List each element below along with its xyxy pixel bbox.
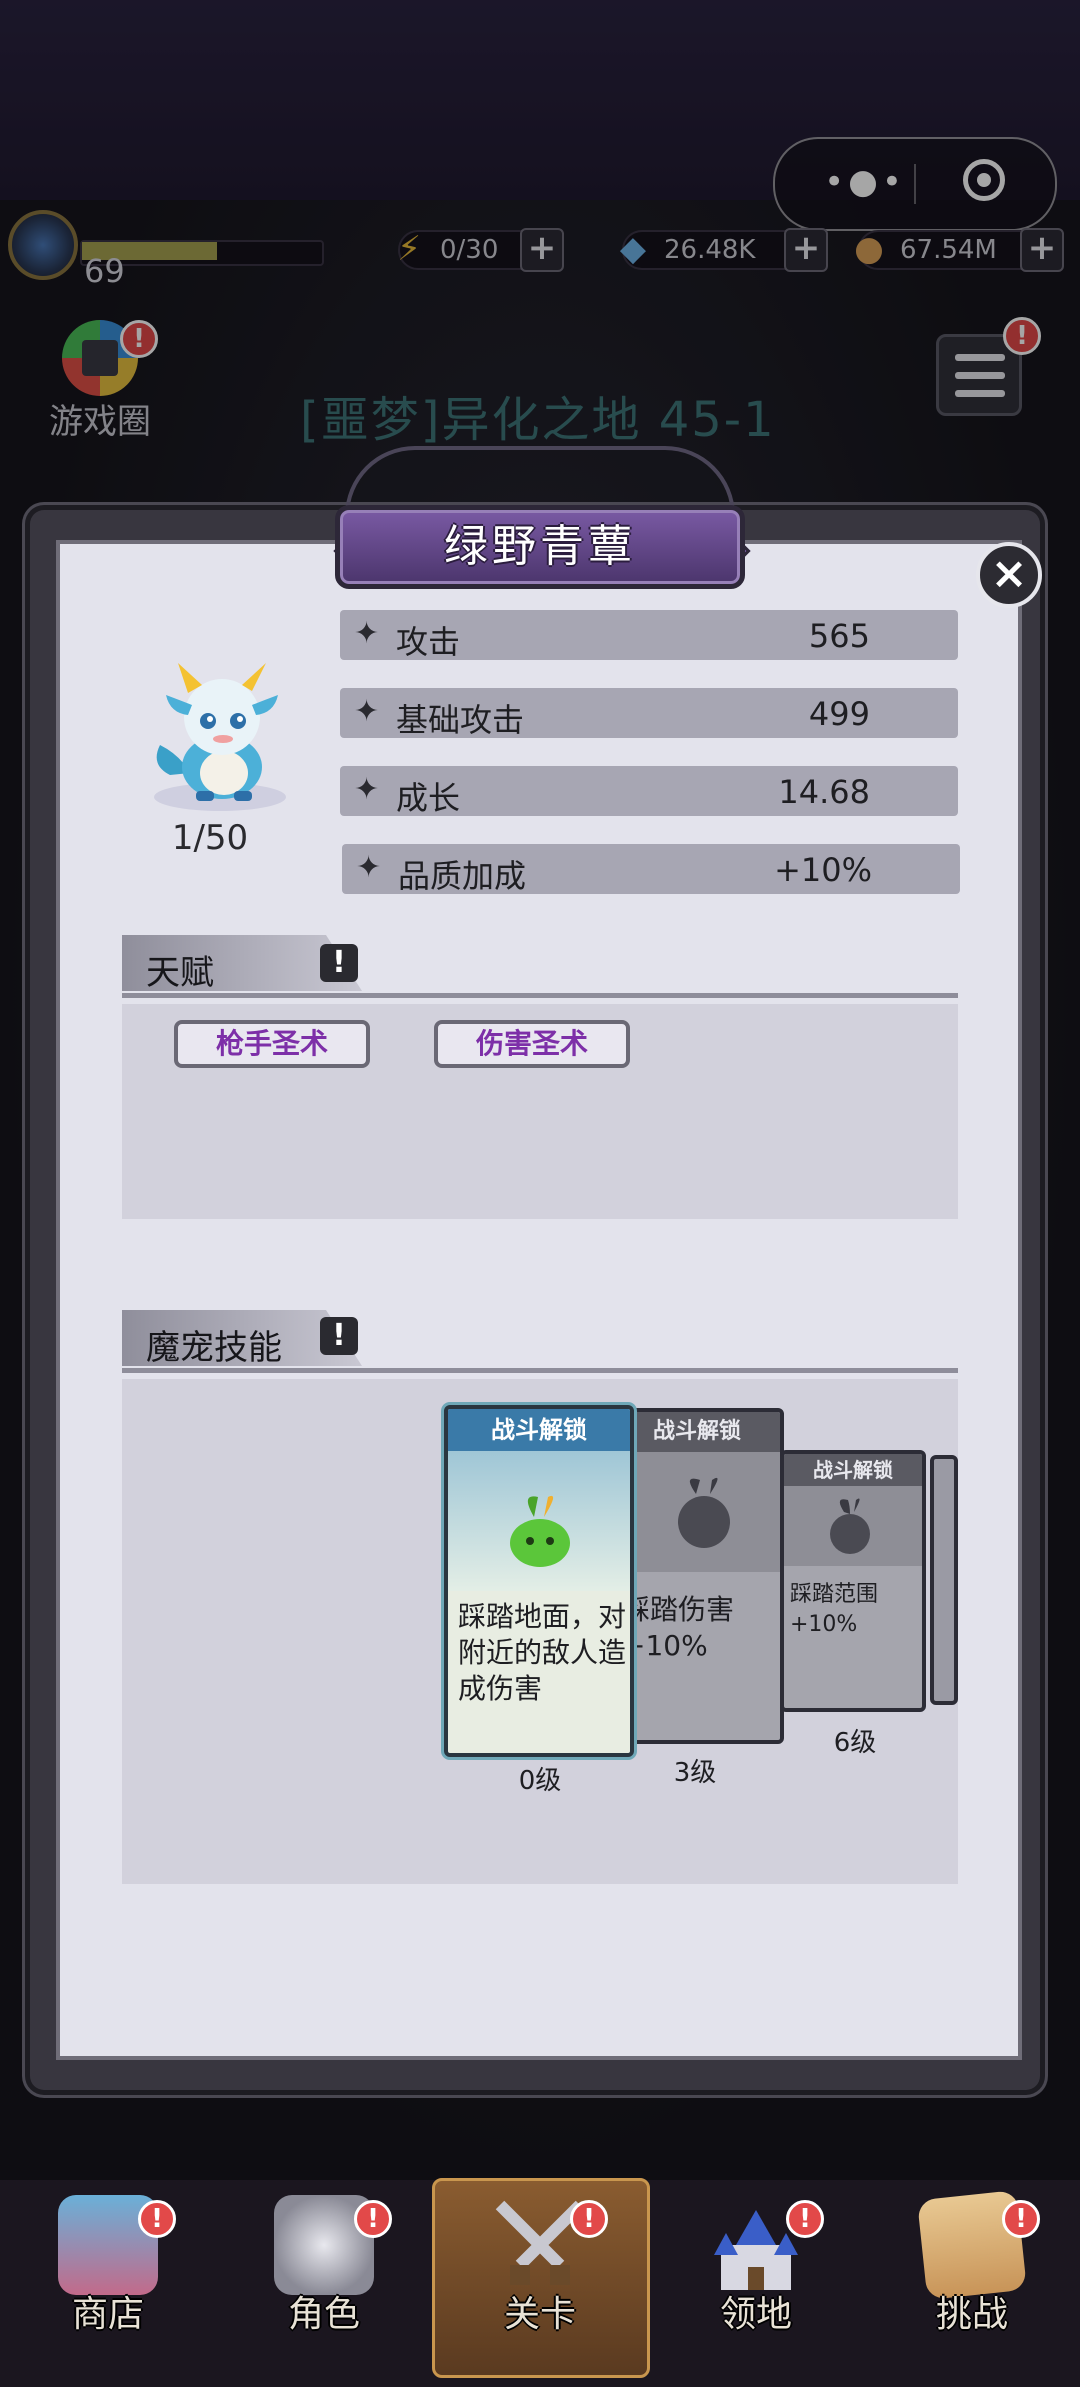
section-divider (122, 1368, 958, 1373)
sprout-icon (614, 1452, 780, 1572)
stat-row-growth: ✦ 成长 14.68 (340, 766, 958, 817)
close-button[interactable]: × (976, 542, 1042, 608)
skill-description: 踩踏范围+10% (790, 1582, 879, 1637)
notification-badge: ! (1002, 2200, 1040, 2238)
stat-value: 499 (808, 695, 870, 733)
stat-value: 14.68 (778, 773, 870, 811)
green-sprout-icon (448, 1451, 630, 1591)
sprout-icon (784, 1486, 922, 1566)
talent-info-icon[interactable]: ! (320, 944, 358, 982)
star-bullet-icon: ✦ (354, 694, 380, 729)
star-bullet-icon: ✦ (356, 850, 382, 885)
nav-label: 角色 (287, 2294, 360, 2335)
notification-badge: ! (354, 2200, 392, 2238)
stat-label: 成长 (396, 779, 461, 817)
nav-label: 挑战 (935, 2294, 1008, 2335)
skill-card-header: 战斗解锁 (448, 1409, 630, 1451)
stat-label: 品质加成 (398, 857, 527, 895)
dialog-title: 绿野青蕈 (444, 521, 636, 572)
skill-card-peek (930, 1455, 958, 1705)
star-bullet-icon: ✦ (354, 772, 380, 807)
skill-card[interactable]: 战斗解锁 踩踏范围+10% (780, 1450, 926, 1712)
pet-portrait (130, 655, 310, 815)
talent-tag[interactable]: 枪手圣术 (174, 1020, 370, 1068)
dialog-title-plate: 绿野青蕈 (335, 505, 745, 589)
nav-label: 关卡 (503, 2294, 576, 2335)
notification-badge: ! (786, 2200, 824, 2238)
section-divider (122, 993, 958, 998)
dragon-pet-icon (154, 663, 286, 811)
talent-tag[interactable]: 伤害圣术 (434, 1020, 630, 1068)
stat-value: +10% (774, 851, 872, 889)
skill-info-icon[interactable]: ! (320, 1317, 358, 1355)
notification-badge: ! (138, 2200, 176, 2238)
section-title: 天赋 (146, 953, 214, 993)
skill-unlock-level: 6级 (833, 1728, 877, 1758)
nav-character[interactable]: ! 角色 (216, 2180, 432, 2380)
notification-badge: ! (570, 2200, 608, 2238)
section-title: 魔宠技能 (146, 1328, 282, 1368)
stat-row-attack: ✦ 攻击 565 (340, 610, 958, 661)
nav-territory[interactable]: ! 领地 (648, 2180, 864, 2380)
skill-unlock-level: 0级 (518, 1766, 562, 1796)
star-bullet-icon: ✦ (354, 616, 380, 651)
nav-stage[interactable]: ! 关卡 (432, 2180, 648, 2380)
stat-value: 565 (808, 617, 870, 655)
nav-label: 商店 (71, 2294, 144, 2335)
close-icon: × (990, 548, 1028, 599)
stat-row-quality-bonus: ✦ 品质加成 +10% (342, 844, 960, 895)
skill-card[interactable]: 战斗解锁 踩踏伤害+10% (610, 1408, 784, 1744)
skill-card-active[interactable]: 战斗解锁 踩踏地面，对附近的敌人造成伤害 (444, 1405, 634, 1757)
skill-unlock-level: 3级 (673, 1758, 717, 1788)
skill-card-header: 战斗解锁 (614, 1412, 780, 1452)
stat-row-base-attack: ✦ 基础攻击 499 (340, 688, 958, 739)
stat-label: 攻击 (396, 623, 461, 661)
nav-shop[interactable]: ! 商店 (0, 2180, 216, 2380)
skill-description: 踩踏地面，对附近的敌人造成伤害 (458, 1600, 627, 1705)
nav-challenge[interactable]: ! 挑战 (864, 2180, 1080, 2380)
skill-description: 踩踏伤害+10% (622, 1593, 735, 1662)
nav-label: 领地 (719, 2294, 792, 2335)
skill-card-header: 战斗解锁 (784, 1454, 922, 1486)
stat-label: 基础攻击 (396, 701, 525, 739)
pet-level: 1/50 (171, 818, 249, 858)
